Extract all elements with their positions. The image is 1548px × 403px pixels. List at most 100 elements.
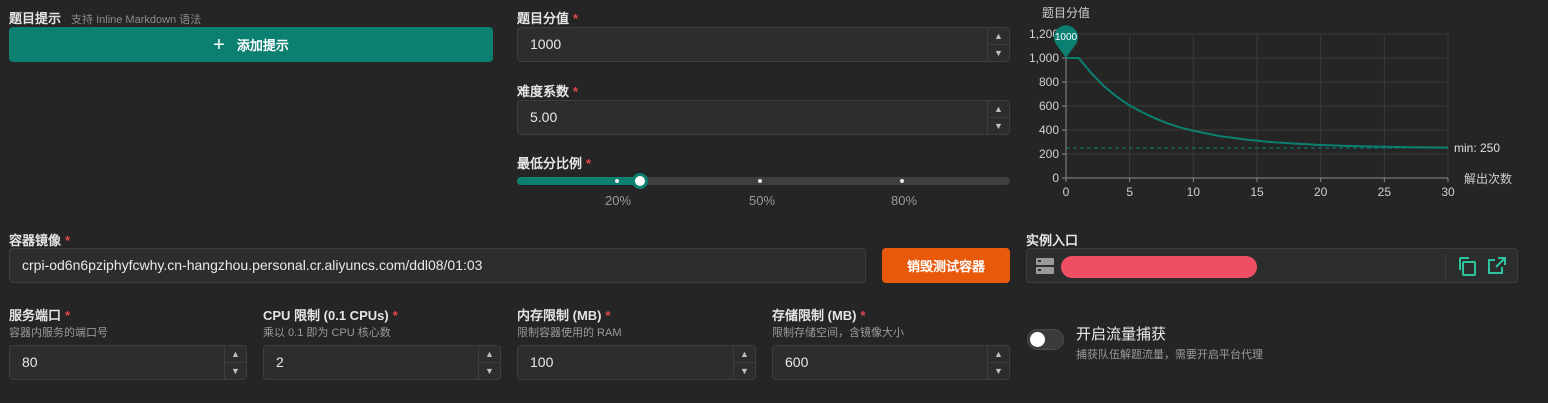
entry-label: 实例入口 xyxy=(1026,233,1079,248)
chevron-down-icon[interactable]: ▼ xyxy=(479,362,500,378)
difficulty-input[interactable]: 5.00 ▲ ▼ xyxy=(517,100,1010,135)
external-link-icon[interactable] xyxy=(1487,256,1507,276)
memory-label-row: 内存限制 (MB) * xyxy=(517,305,611,324)
slider-mark-label: 50% xyxy=(749,193,776,208)
min-ratio-label-row: 最低分比例 * xyxy=(517,153,591,172)
required-mark: * xyxy=(392,308,398,323)
toggle-knob xyxy=(1030,332,1045,347)
cpu-input[interactable]: 2 ▲ ▼ xyxy=(263,345,501,380)
chevron-down-icon[interactable]: ▼ xyxy=(225,362,246,378)
score-decay-chart: 题目分值02004006008001,0001,2000 5 10 15 20 25 30解… xyxy=(1029,5,1512,199)
storage-stepper[interactable]: ▲ ▼ xyxy=(987,346,1009,379)
required-mark: * xyxy=(586,156,592,171)
traffic-capture-help: 捕获队伍解题流量，需要开启平台代理 xyxy=(1076,349,1263,361)
required-mark: * xyxy=(65,233,71,248)
traffic-capture-toggle[interactable] xyxy=(1027,329,1064,350)
chevron-up-icon[interactable]: ▲ xyxy=(734,346,755,362)
y-tick-label: 600 xyxy=(1039,99,1059,113)
memory-stepper[interactable]: ▲ ▼ xyxy=(733,346,755,379)
memory-help: 限制容器使用的 RAM xyxy=(517,327,622,339)
slider-mark-dot xyxy=(900,179,904,183)
cpu-value: 2 xyxy=(276,354,284,370)
chevron-up-icon[interactable]: ▲ xyxy=(225,346,246,362)
image-input[interactable]: crpi-od6n6pziphyfcwhy.cn-hangzhou.person… xyxy=(9,248,866,283)
y-tick-label: 1,000 xyxy=(1029,51,1059,65)
traffic-capture-label: 开启流量捕获 xyxy=(1076,326,1167,343)
score-stepper[interactable]: ▲ ▼ xyxy=(987,28,1009,61)
required-mark: * xyxy=(573,11,579,26)
port-label: 服务端口 xyxy=(9,308,62,323)
chevron-down-icon[interactable]: ▼ xyxy=(988,117,1009,133)
image-label: 容器镜像 xyxy=(9,233,62,248)
chart-title: 题目分值 xyxy=(1042,5,1090,20)
score-label-row: 题目分值 * xyxy=(517,8,578,27)
storage-help: 限制存储空间，含镜像大小 xyxy=(772,327,904,339)
redacted-address xyxy=(1061,256,1257,278)
required-mark: * xyxy=(65,308,71,323)
chevron-up-icon[interactable]: ▲ xyxy=(988,28,1009,44)
port-help: 容器内服务的端口号 xyxy=(9,327,108,339)
divider xyxy=(1445,253,1446,279)
cpu-stepper[interactable]: ▲ ▼ xyxy=(478,346,500,379)
destroy-test-container-button[interactable]: 销毁测试容器 xyxy=(882,248,1010,283)
add-hint-button[interactable]: + 添加提示 xyxy=(9,27,493,62)
score-input[interactable]: 1000 ▲ ▼ xyxy=(517,27,1010,62)
port-label-row: 服务端口 * xyxy=(9,305,70,324)
chevron-up-icon[interactable]: ▲ xyxy=(479,346,500,362)
y-tick-label: 400 xyxy=(1039,123,1059,137)
port-input[interactable]: 80 ▲ ▼ xyxy=(9,345,247,380)
difficulty-value: 5.00 xyxy=(530,109,558,125)
cpu-help: 乘以 0.1 即为 CPU 核心数 xyxy=(263,327,391,339)
copy-icon[interactable] xyxy=(1457,256,1477,276)
score-marker-label: 1000 xyxy=(1055,32,1078,43)
chevron-up-icon[interactable]: ▲ xyxy=(988,101,1009,117)
image-value: crpi-od6n6pziphyfcwhy.cn-hangzhou.person… xyxy=(22,257,483,273)
slider-mark-label: 20% xyxy=(605,193,632,208)
min-ratio-slider-thumb[interactable] xyxy=(632,173,648,189)
y-tick-label: 800 xyxy=(1039,75,1059,89)
min-ratio-slider-fill xyxy=(517,177,640,185)
memory-label: 内存限制 (MB) xyxy=(517,308,602,323)
required-mark: * xyxy=(573,84,579,99)
chevron-down-icon[interactable]: ▼ xyxy=(734,362,755,378)
required-mark: * xyxy=(605,308,611,323)
x-tick-label: 0 xyxy=(1063,185,1070,199)
chevron-down-icon[interactable]: ▼ xyxy=(988,362,1009,378)
add-hint-label: 添加提示 xyxy=(236,38,289,53)
difficulty-label: 难度系数 xyxy=(517,84,570,99)
memory-input[interactable]: 100 ▲ ▼ xyxy=(517,345,756,380)
min-ratio-slider-track[interactable] xyxy=(517,173,1010,189)
slider-mark-dot xyxy=(615,179,619,183)
score-value: 1000 xyxy=(530,36,562,52)
image-label-row: 容器镜像 * xyxy=(9,230,70,249)
plus-icon: + xyxy=(213,33,225,56)
x-tick-label: 5 xyxy=(1126,185,1133,199)
chevron-up-icon[interactable]: ▲ xyxy=(988,346,1009,362)
difficulty-label-row: 难度系数 * xyxy=(517,81,578,100)
storage-input[interactable]: 600 ▲ ▼ xyxy=(772,345,1010,380)
required-mark: * xyxy=(860,308,866,323)
port-stepper[interactable]: ▲ ▼ xyxy=(224,346,246,379)
x-tick-label: 15 xyxy=(1250,185,1264,199)
destroy-label: 销毁测试容器 xyxy=(906,259,985,274)
x-tick-label: 25 xyxy=(1378,185,1392,199)
entry-field[interactable] xyxy=(1026,248,1518,283)
slider-mark-dot xyxy=(758,179,762,183)
storage-value: 600 xyxy=(785,354,809,370)
hint-sublabel: 支持 Inline Markdown 语法 xyxy=(71,14,202,26)
port-value: 80 xyxy=(22,354,38,370)
x-axis-label: 解出次数 xyxy=(1464,171,1512,186)
difficulty-stepper[interactable]: ▲ ▼ xyxy=(987,101,1009,134)
chevron-down-icon[interactable]: ▼ xyxy=(988,44,1009,60)
cpu-label-row: CPU 限制 (0.1 CPUs) * xyxy=(263,305,398,324)
server-icon xyxy=(1036,258,1054,274)
x-tick-label: 10 xyxy=(1187,185,1201,199)
y-tick-label: 0 xyxy=(1052,171,1059,185)
min-ratio-label: 最低分比例 xyxy=(517,156,583,171)
min-score-label: min: 250 xyxy=(1454,141,1500,155)
cpu-label: CPU 限制 (0.1 CPUs) xyxy=(263,308,389,323)
y-tick-label: 200 xyxy=(1039,147,1059,161)
score-label: 题目分值 xyxy=(517,11,570,26)
x-tick-label: 20 xyxy=(1314,185,1328,199)
x-tick-label: 30 xyxy=(1441,185,1455,199)
